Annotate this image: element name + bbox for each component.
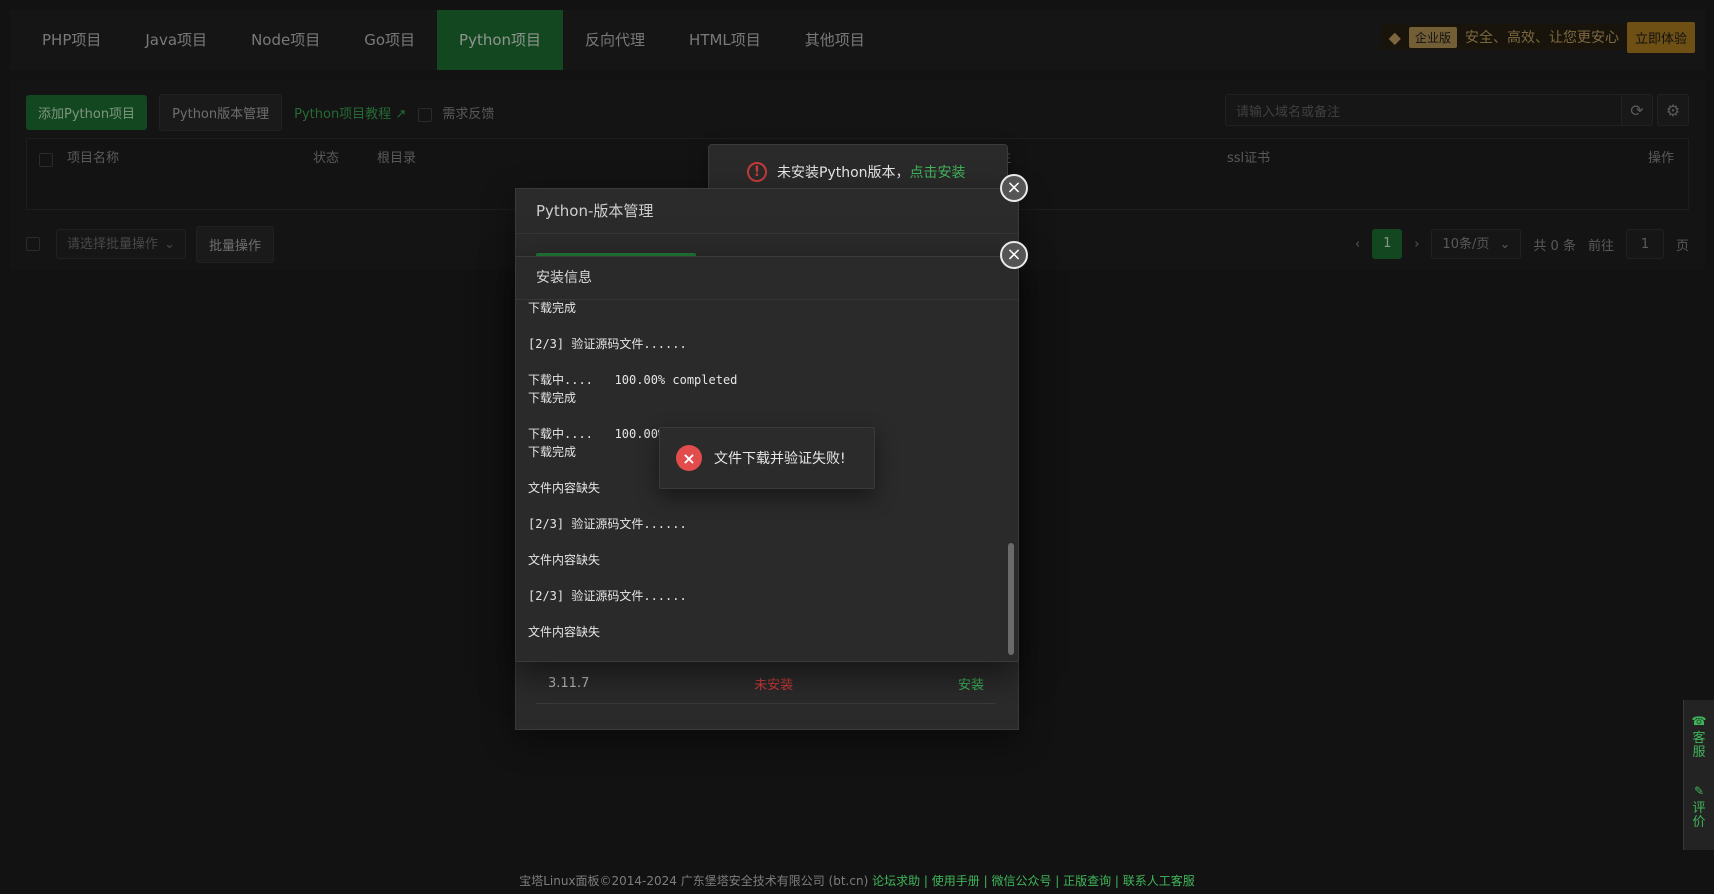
rate-label: 评价 [1692, 801, 1706, 830]
close-icon: × [1006, 244, 1022, 265]
click-install-link[interactable]: 点击安装 [910, 165, 966, 181]
version-row: 3.11.7 未安装 安装 [536, 664, 996, 704]
close-icon: × [1006, 177, 1022, 198]
footer-copyright: 宝塔Linux面板©2014-2024 广东堡塔安全技术有限公司 (bt.cn) [519, 874, 869, 888]
install-info-title: 安装信息 [516, 257, 1018, 300]
version-number: 3.11.7 [548, 676, 590, 691]
customer-service-label: 客服 [1692, 731, 1706, 760]
headset-icon: ☎ [1691, 714, 1707, 728]
dialog-title: Python-版本管理 [516, 189, 1018, 234]
rate[interactable]: ✎ 评价 [1690, 784, 1708, 830]
footer: 宝塔Linux面板©2014-2024 广东堡塔安全技术有限公司 (bt.cn)… [0, 868, 1714, 894]
install-version-link[interactable]: 安装 [958, 674, 984, 693]
tooltip-message: 未安装Python版本， [777, 165, 910, 181]
warning-icon: ! [747, 162, 767, 182]
error-toast: × 文件下载并验证失败! [659, 427, 875, 489]
close-install-info-button[interactable]: × [1000, 241, 1028, 269]
toast-message: 文件下载并验证失败! [714, 451, 846, 467]
edit-icon: ✎ [1693, 784, 1705, 798]
footer-links[interactable]: 论坛求助 | 使用手册 | 微信公众号 | 正版查询 | 联系人工客服 [872, 874, 1195, 888]
customer-service[interactable]: ☎ 客服 [1690, 714, 1708, 760]
close-version-manager-button[interactable]: × [1000, 174, 1028, 202]
tooltip-text: 未安装Python版本，点击安装 [777, 162, 966, 182]
side-help-panel: ☎ 客服 ✎ 评价 [1683, 700, 1714, 850]
error-icon: × [676, 445, 702, 471]
version-status: 未安装 [754, 678, 794, 693]
log-scrollbar[interactable] [1008, 543, 1014, 655]
